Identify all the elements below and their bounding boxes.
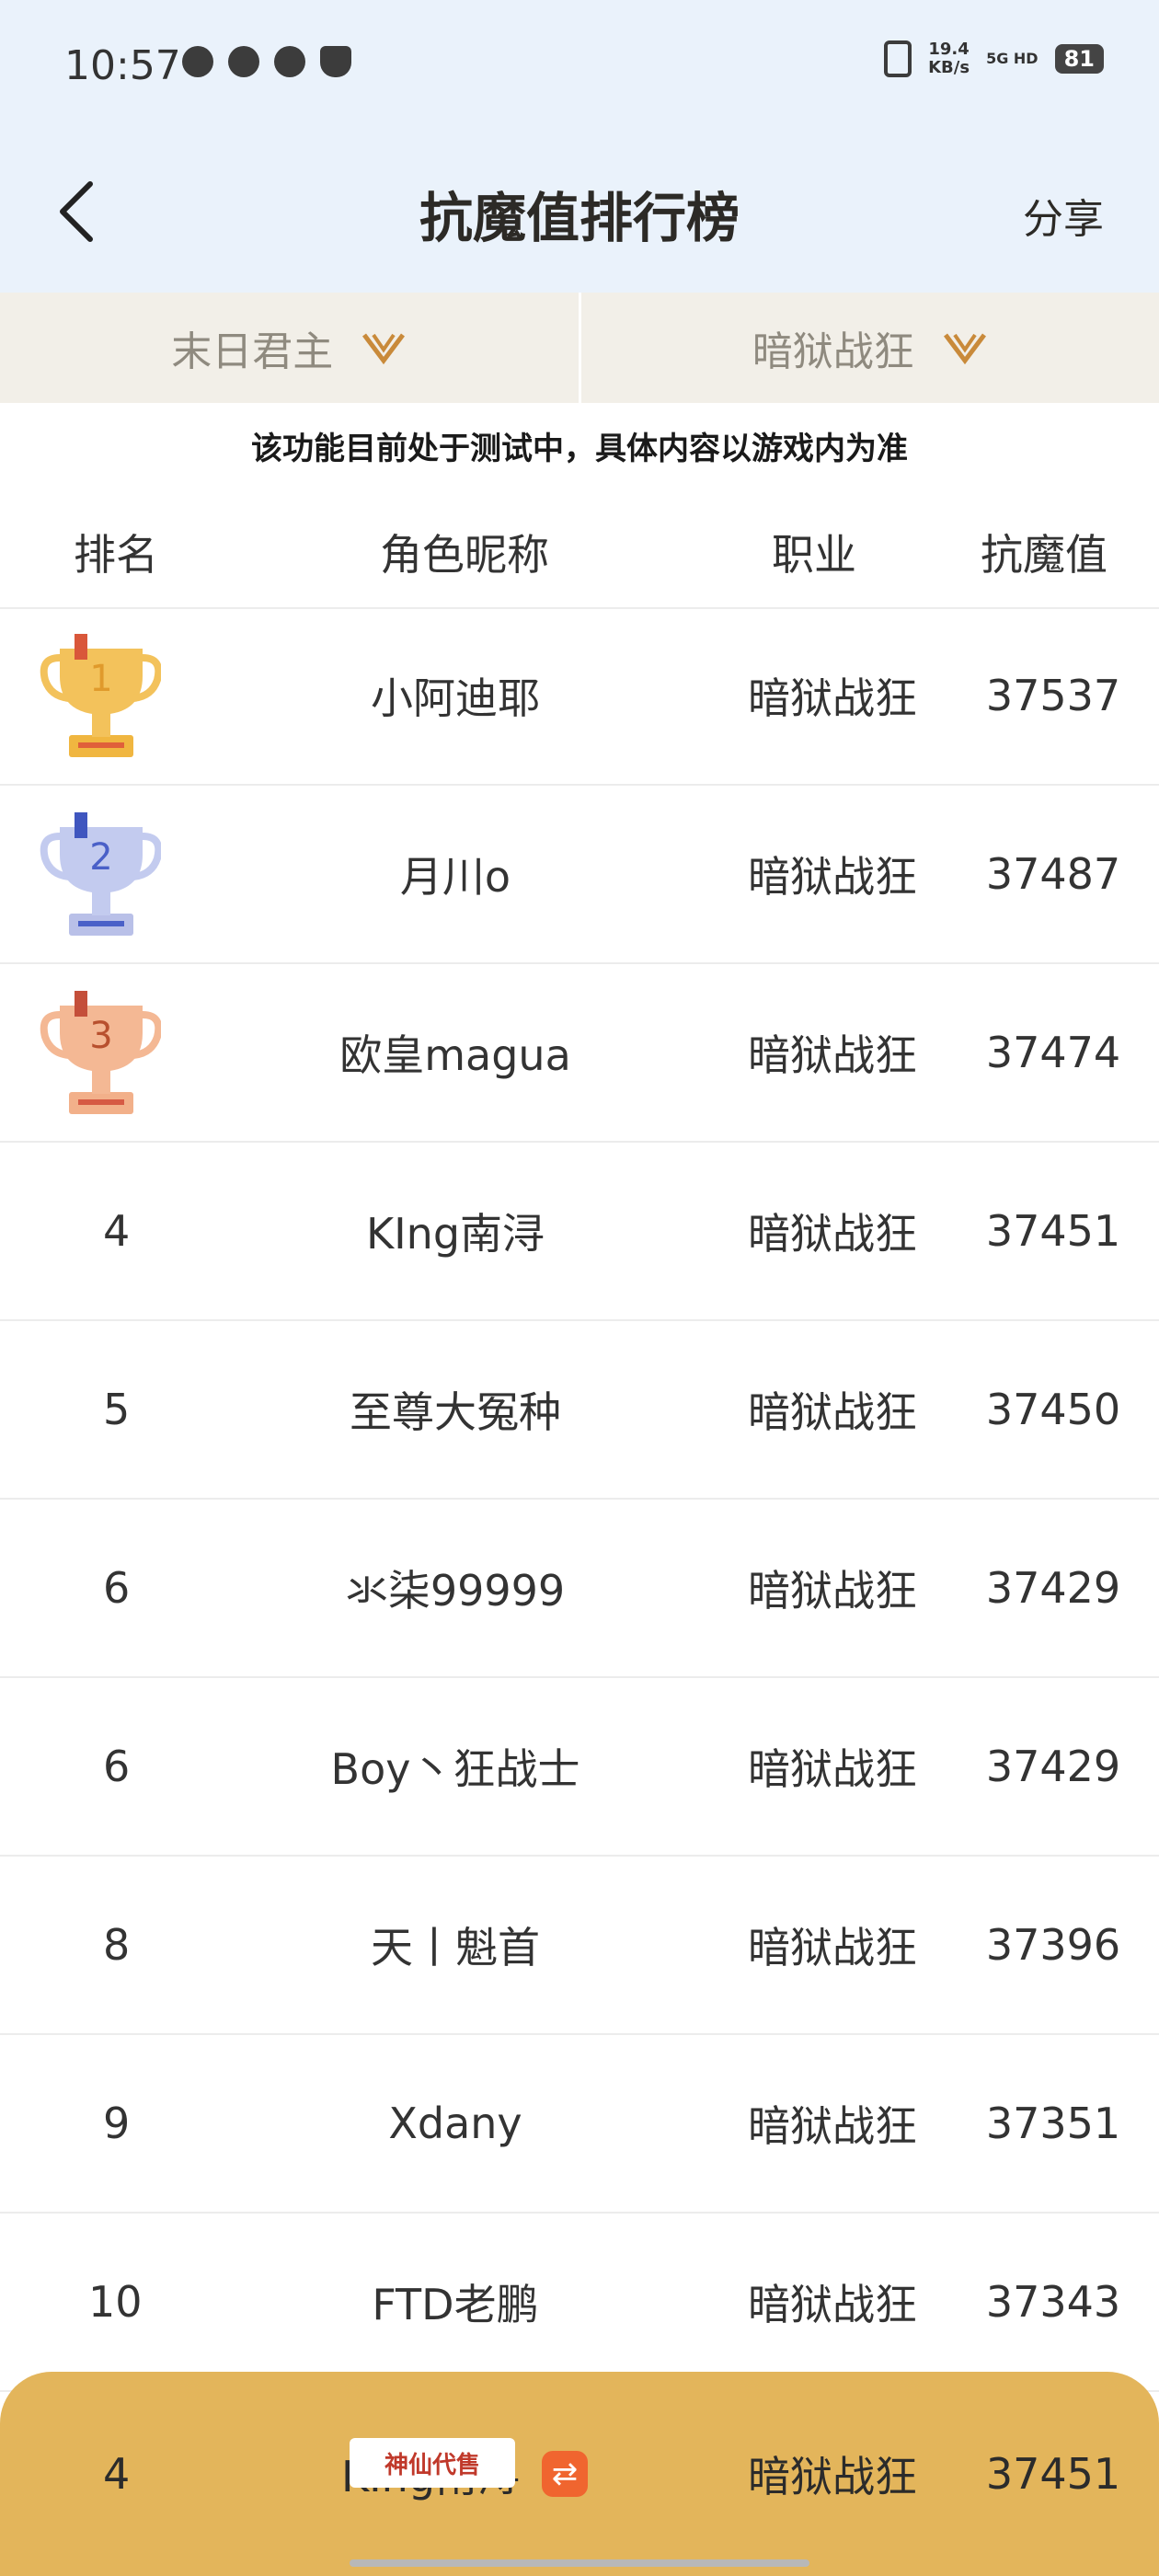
bronze-trophy-icon: 3 (40, 991, 161, 1114)
player-class: 暗狱战狂 (748, 2101, 917, 2151)
player-name: FTD老鹏 (372, 2280, 539, 2329)
page-header: 抗魔值排行榜 分享 (0, 138, 1159, 294)
trophy-rank: 1 (89, 658, 112, 700)
chevron-down-icon (362, 333, 406, 365)
table-row[interactable]: 6 氺柒99999 暗狱战狂 37429 (0, 1500, 1159, 1678)
player-rank: 6 (103, 1742, 131, 1791)
player-rank: 5 (103, 1385, 131, 1434)
player-score: 37396 (985, 1920, 1121, 1970)
my-rank-score: 37451 (985, 2449, 1121, 2499)
test-notice: 该功能目前处于测试中，具体内容以游戏内为准 (251, 431, 908, 467)
player-class: 暗狱战狂 (748, 673, 917, 723)
gold-trophy-icon: 1 (40, 634, 161, 757)
filter-bar: 末日君主 暗狱战狂 (0, 293, 1159, 403)
player-score: 37450 (985, 1385, 1121, 1434)
player-name: Xdany (388, 2099, 522, 2148)
player-name: 小阿迪耶 (371, 673, 540, 723)
player-rank: 4 (103, 1206, 131, 1256)
player-class: 暗狱战狂 (748, 1744, 917, 1794)
silver-trophy-icon: 2 (40, 812, 161, 936)
table-row[interactable]: 4 KIng南浔 暗狱战狂 37451 (0, 1143, 1159, 1321)
rank-cell: 1 (0, 627, 230, 765)
player-rank: 10 (88, 2277, 143, 2327)
trophy-rank: 2 (89, 836, 112, 879)
player-score: 37537 (985, 671, 1121, 720)
class-filter-label: 暗狱战狂 (752, 328, 914, 375)
player-class: 暗狱战狂 (748, 1923, 917, 1972)
class-filter-dropdown[interactable]: 暗狱战狂 (578, 293, 1159, 403)
server-filter-label: 末日君主 (171, 328, 334, 375)
column-header-rank: 排名 (74, 530, 158, 580)
player-score: 37487 (985, 849, 1121, 899)
page-title: 抗魔值排行榜 (419, 187, 740, 249)
chevron-down-icon (943, 333, 986, 365)
player-name: 月川o (399, 852, 511, 902)
rank-cell: 3 (0, 983, 230, 1121)
player-score: 37429 (985, 1742, 1121, 1791)
server-filter-dropdown[interactable]: 末日君主 (0, 293, 579, 403)
player-name: Boy丶狂战士 (330, 1744, 580, 1794)
player-score: 37451 (985, 1206, 1121, 1256)
table-row[interactable]: 10 FTD老鹏 暗狱战狂 37343 (0, 2214, 1159, 2392)
table-row[interactable]: 2 月川o 暗狱战狂 37487 (0, 786, 1159, 964)
trophy-rank: 3 (89, 1015, 112, 1057)
player-rank: 8 (103, 1920, 131, 1970)
column-header-score: 抗魔值 (981, 530, 1107, 580)
player-score: 37474 (985, 1028, 1121, 1077)
player-score: 37429 (985, 1563, 1121, 1613)
player-class: 暗狱战狂 (748, 1387, 917, 1437)
sync-icon (274, 46, 305, 77)
transfer-icon[interactable]: ⇄ (542, 2451, 589, 2497)
shield-icon (320, 46, 351, 77)
player-class: 暗狱战狂 (748, 852, 917, 902)
my-rank-number: 4 (103, 2449, 131, 2499)
player-name: 至尊大冤种 (350, 1387, 561, 1437)
player-rank: 9 (103, 2099, 131, 2148)
player-class: 暗狱战狂 (748, 1030, 917, 1080)
app-notification-icon (182, 46, 213, 77)
my-rank-bar[interactable]: 4 KIng南浔 ⇄ 暗狱战狂 37451 (0, 2372, 1159, 2576)
vibrate-icon (884, 40, 912, 77)
notification-icons (182, 46, 351, 77)
player-score: 37351 (985, 2099, 1121, 2148)
table-row[interactable]: 1 小阿迪耶 暗狱战狂 37537 (0, 607, 1159, 786)
net-speed: 19.4 KB/s (928, 40, 970, 77)
player-class: 暗狱战狂 (748, 1209, 917, 1259)
player-class: 暗狱战狂 (748, 1566, 917, 1616)
table-row[interactable]: 3 欧皇magua 暗狱战狂 37474 (0, 964, 1159, 1143)
player-class: 暗狱战狂 (748, 2280, 917, 2329)
status-time: 10:57 (64, 42, 181, 89)
ranking-list: 1 小阿迪耶 暗狱战狂 37537 2 月川o 暗狱战狂 37487 3 欧皇m… (0, 607, 1159, 2392)
table-row[interactable]: 5 至尊大冤种 暗狱战狂 37450 (0, 1321, 1159, 1500)
share-button[interactable]: 分享 (1023, 186, 1104, 245)
column-header-class: 职业 (772, 530, 856, 580)
my-rank-class: 暗狱战狂 (748, 2452, 917, 2501)
player-score: 37343 (985, 2277, 1121, 2327)
rank-cell: 2 (0, 805, 230, 943)
table-row[interactable]: 6 Boy丶狂战士 暗狱战狂 37429 (0, 1678, 1159, 1857)
player-name: 欧皇magua (339, 1030, 571, 1080)
player-name: 氺柒99999 (345, 1566, 566, 1616)
table-header: 排名 角色昵称 职业 抗魔值 (0, 497, 1159, 609)
table-row[interactable]: 8 天丨魁首 暗狱战狂 37396 (0, 1857, 1159, 2035)
player-name: KIng南浔 (365, 1209, 545, 1259)
column-header-name: 角色昵称 (380, 530, 549, 580)
battery-indicator: 81 (1054, 44, 1104, 74)
table-row[interactable]: 9 Xdany 暗狱战狂 37351 (0, 2035, 1159, 2214)
watermark-logo: 神仙代售 (350, 2438, 515, 2488)
player-name: 天丨魁首 (371, 1923, 540, 1972)
status-bar: 10:57 19.4 KB/s 5G HD 81 (0, 0, 1159, 138)
player-rank: 6 (103, 1563, 131, 1613)
network-indicator: 5G HD (986, 50, 1039, 67)
message-icon (228, 46, 259, 77)
home-indicator (350, 2559, 809, 2567)
status-right: 19.4 KB/s 5G HD 81 (884, 40, 1104, 77)
